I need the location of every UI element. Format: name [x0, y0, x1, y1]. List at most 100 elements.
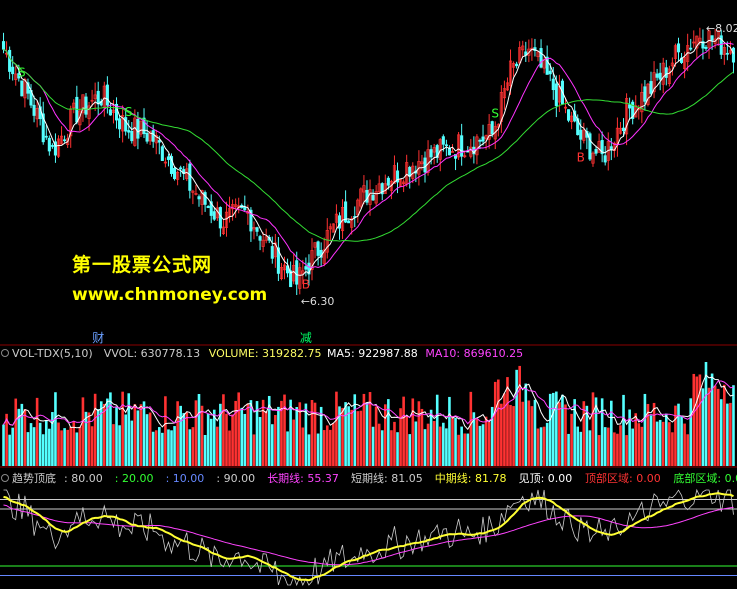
indicator-legend-item: 中期线: 81.78 — [435, 471, 507, 485]
volume-bar — [258, 416, 262, 466]
volume-bar — [622, 394, 625, 466]
volume-bar — [390, 430, 393, 466]
volume-bar — [729, 402, 732, 466]
low-price-label: ←6.30 — [301, 295, 335, 308]
volume-bar — [286, 431, 289, 466]
volume-bar — [170, 430, 173, 466]
volume-bar — [87, 412, 91, 466]
volume-bar — [435, 394, 439, 466]
volume-bar — [60, 430, 63, 466]
volume-bar — [307, 434, 311, 466]
candle-body — [621, 127, 626, 132]
volume-bar — [518, 365, 521, 466]
candle-body — [655, 73, 659, 78]
volume-bar — [332, 423, 335, 466]
volume-bar — [466, 433, 470, 466]
volume-bar — [252, 434, 256, 466]
volume-bar — [78, 426, 82, 466]
candle-body — [386, 177, 390, 186]
volume-bar — [686, 434, 689, 466]
volume-bar — [289, 399, 292, 466]
volume-bar — [23, 409, 27, 466]
volume-bar — [63, 428, 66, 466]
candle-body — [295, 260, 299, 285]
volume-bar — [93, 393, 97, 466]
volume-bar — [243, 413, 247, 466]
volume-bar — [383, 404, 387, 466]
volume-bar — [521, 401, 525, 466]
volume-bar — [567, 433, 570, 466]
volume-bar — [634, 413, 638, 466]
volume-bar — [209, 418, 213, 466]
volume-bar — [274, 415, 277, 466]
candle-body — [643, 86, 647, 102]
candle-body — [145, 132, 149, 142]
volume-bar — [668, 422, 671, 466]
volume-bar — [442, 422, 445, 466]
volume-bar — [661, 421, 665, 466]
volume-bar — [503, 393, 506, 466]
event-label: 减 — [300, 331, 312, 345]
volume-bar — [524, 383, 528, 466]
volume-bar — [115, 406, 118, 466]
candle-body — [423, 157, 427, 173]
volume-bar — [237, 392, 240, 466]
volume-bar — [14, 398, 18, 466]
volume-bar — [707, 387, 711, 466]
volume-bar — [151, 431, 155, 466]
volume-bar — [75, 432, 79, 466]
volume-bar — [96, 409, 100, 466]
candle-body — [108, 109, 112, 116]
volume-bar — [732, 385, 735, 466]
volume-bar — [301, 427, 305, 466]
volume-bar — [713, 385, 717, 466]
volume-bar — [261, 399, 265, 466]
candle-body — [710, 35, 714, 41]
candle-body — [203, 192, 207, 205]
volume-bar — [533, 399, 537, 466]
volume-bar — [402, 396, 405, 466]
volume-bar — [411, 398, 415, 466]
volume-bar — [548, 393, 552, 466]
volume-bar — [695, 376, 699, 466]
volume-bar — [335, 391, 338, 466]
volume-bar — [463, 433, 467, 466]
candle-body — [481, 136, 485, 142]
volume-bar — [664, 413, 668, 466]
volume-bar — [136, 410, 140, 466]
candle-body — [444, 144, 448, 147]
volume-bar — [515, 369, 518, 466]
volume-bar — [359, 410, 363, 466]
volume-bar — [500, 403, 503, 466]
volume-bar — [154, 430, 158, 466]
volume-bar — [509, 404, 512, 466]
volume-bar — [157, 427, 161, 466]
candle-body — [270, 246, 274, 259]
volume-bar — [38, 422, 42, 466]
candle-body — [63, 139, 67, 142]
volume-bar — [118, 425, 121, 466]
candle-body — [166, 156, 171, 160]
volume-bar — [350, 409, 354, 466]
volume-bar — [655, 421, 659, 466]
volume-bar — [240, 407, 244, 466]
volume-bar — [121, 391, 124, 466]
sell-signal-marker: S — [491, 106, 499, 120]
volume-bar — [32, 427, 36, 466]
volume-bar — [249, 400, 253, 466]
volume-bar — [325, 425, 329, 466]
candle-body — [50, 145, 54, 147]
volume-bar — [161, 432, 164, 466]
buy-signal-marker: B — [302, 277, 310, 291]
volume-bar — [689, 398, 693, 466]
candle-body — [160, 146, 164, 161]
candle-body — [197, 196, 201, 200]
volume-bar — [231, 414, 234, 466]
volume-bar — [606, 427, 610, 466]
volume-bar — [692, 373, 696, 466]
volume-bar — [649, 415, 653, 466]
candle-body — [658, 72, 662, 80]
volume-legend-item: MA5: 922987.88 — [327, 347, 418, 360]
volume-bar — [545, 422, 549, 466]
candle-body — [628, 104, 632, 109]
